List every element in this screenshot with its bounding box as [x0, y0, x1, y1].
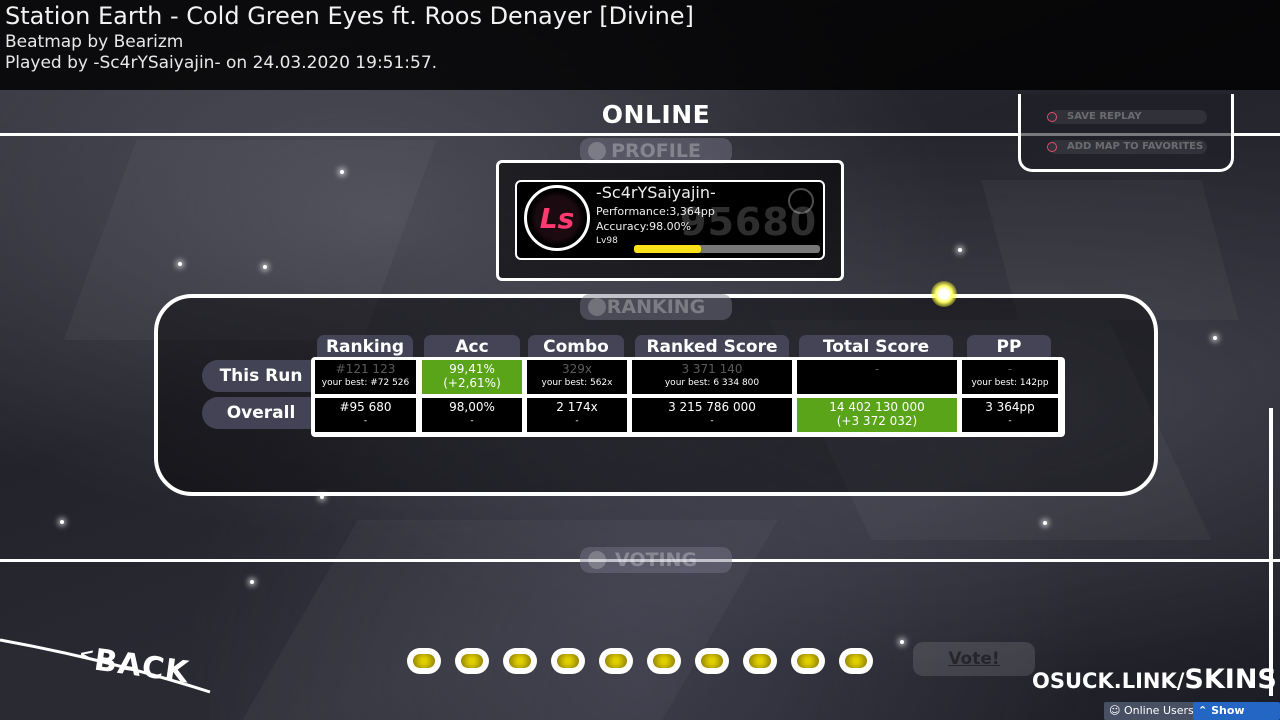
star-dot-icon [845, 654, 867, 668]
star-decoration [340, 170, 344, 174]
star-decoration [250, 580, 254, 584]
vote-star-button[interactable] [647, 648, 681, 674]
table-cell: - [797, 360, 957, 394]
user-icon [588, 142, 606, 160]
users-icon: ☺ [1109, 704, 1121, 717]
star-dot-icon [797, 654, 819, 668]
online-users-button[interactable]: ☺ Online Users [1104, 702, 1199, 720]
vote-star-button[interactable] [839, 648, 873, 674]
vote-button[interactable]: Vote! [913, 642, 1035, 676]
watermark: OSUCK.LINK/SKINS [1032, 664, 1277, 695]
star-dot-icon [509, 654, 531, 668]
star-dot-icon [557, 654, 579, 668]
vote-star-button[interactable] [743, 648, 777, 674]
profile-performance: Performance:3,364pp [596, 205, 715, 218]
vote-star-button[interactable] [551, 648, 585, 674]
tab-voting-label: VOTING [614, 549, 698, 571]
star-decoration [958, 248, 962, 252]
table-cell: 3 371 140 your best: 6 334 800 [632, 360, 792, 394]
star-dot-icon [413, 654, 435, 668]
rank-icon [788, 188, 814, 214]
col-header-ranked-score: Ranked Score [635, 335, 789, 359]
avatar[interactable]: Ls [524, 185, 590, 251]
profile-accuracy: Accuracy:98.00% [596, 220, 692, 233]
show-chat-button[interactable]: ⌃ Show Chat [1193, 702, 1280, 720]
save-replay-button[interactable]: SAVE REPLAY [1047, 110, 1207, 124]
level-progress-bar [634, 245, 820, 253]
table-cell: 3 215 786 000- [632, 398, 792, 432]
vote-star-button[interactable] [407, 648, 441, 674]
vote-star-button[interactable] [791, 648, 825, 674]
star-dot-icon [461, 654, 483, 668]
add-to-favorites-button[interactable]: ADD MAP TO FAVORITES [1047, 140, 1207, 154]
row-label-overall: Overall [202, 397, 320, 429]
cursor [931, 281, 957, 307]
star-dot-icon [701, 654, 723, 668]
col-header-ranking: Ranking [317, 335, 413, 359]
star-decoration [1213, 336, 1217, 340]
star-decoration [900, 640, 904, 644]
star-dot-icon [605, 654, 627, 668]
tab-profile-label: PROFILE [611, 140, 701, 162]
level-progress-fill [634, 245, 701, 253]
profile-username: -Sc4rYSaiyajin- [596, 183, 716, 202]
scroll-edge [1269, 408, 1273, 696]
row-label-this-run: This Run [202, 360, 320, 392]
table-cell: 2 174x - [527, 398, 627, 432]
tab-ranking-label: RANKING [606, 296, 706, 318]
table-cell: - your best: 142pp [962, 360, 1058, 394]
vote-star-button[interactable] [503, 648, 537, 674]
col-header-total-score: Total Score [799, 335, 953, 359]
col-header-pp: PP [967, 335, 1051, 359]
song-title: Station Earth - Cold Green Eyes ft. Roos… [5, 2, 694, 30]
table-cell: #121 123 your best: #72 526 [315, 360, 416, 394]
col-header-acc: Acc [424, 335, 520, 359]
star-icon [588, 298, 606, 316]
star-dot-icon [749, 654, 771, 668]
table-cell: 99,41% (+2,61%) [422, 360, 522, 394]
star-dot-icon [653, 654, 675, 668]
table-cell: 14 402 130 000 (+3 372 032) [797, 398, 957, 432]
vote-star-button[interactable] [695, 648, 729, 674]
played-by: Played by -Sc4rYSaiyajin- on 24.03.2020 … [5, 53, 438, 73]
tab-voting[interactable]: VOTING [580, 547, 732, 573]
profile-level: Lv98 [596, 236, 618, 246]
avatar-logo: Ls [539, 201, 575, 235]
check-icon [588, 551, 606, 569]
vote-star-button[interactable] [455, 648, 489, 674]
col-header-combo: Combo [528, 335, 624, 359]
star-decoration [178, 262, 182, 266]
table-cell: #95 680- [315, 398, 416, 432]
star-decoration [263, 265, 267, 269]
beatmap-author: Beatmap by Bearizm [5, 32, 184, 52]
options-panel: SAVE REPLAY ADD MAP TO FAVORITES [1018, 94, 1234, 172]
vote-star-button[interactable] [599, 648, 633, 674]
ranking-table: #121 123 your best: #72 526 99,41% (+2,61%… [311, 357, 1065, 437]
tab-ranking[interactable]: RANKING [580, 294, 732, 320]
chevron-up-icon: ⌃ [1198, 704, 1208, 717]
table-cell: 3 364pp - [962, 398, 1058, 432]
star-decoration [60, 520, 64, 524]
star-decoration [1043, 521, 1047, 525]
table-cell: 98,00% - [422, 398, 522, 432]
table-cell: 329x your best: 562x [527, 360, 627, 394]
song-info-header: Station Earth - Cold Green Eyes ft. Roos… [0, 0, 1280, 90]
